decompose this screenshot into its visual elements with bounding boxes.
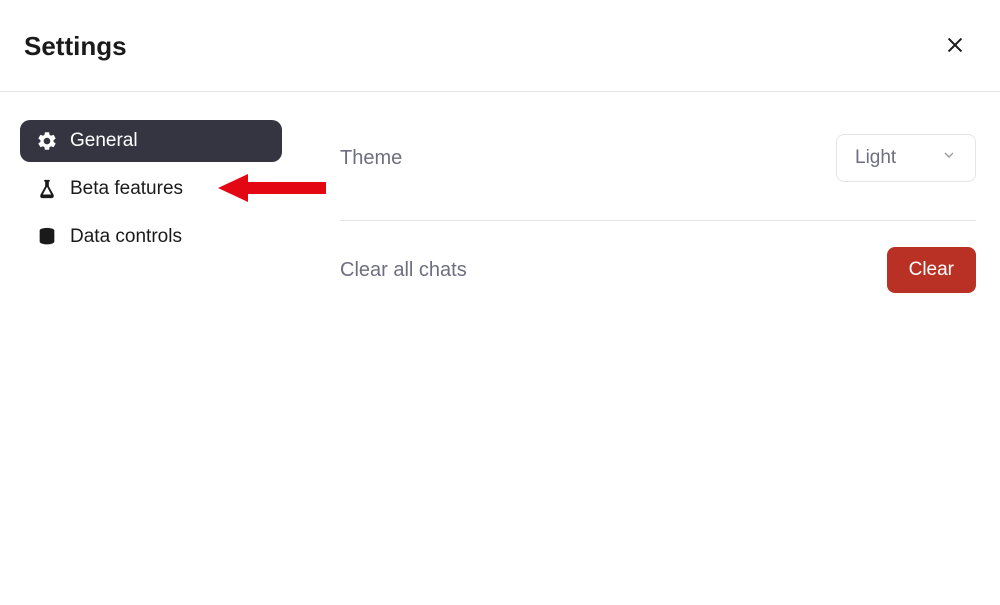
clear-button[interactable]: Clear	[887, 247, 976, 293]
settings-sidebar: General Beta features Data controls	[20, 120, 300, 307]
settings-main: Theme Light Clear all chats Clear	[300, 120, 976, 307]
sidebar-item-data-controls[interactable]: Data controls	[20, 216, 282, 258]
sidebar-item-label: General	[70, 130, 138, 152]
clear-chats-setting-row: Clear all chats Clear	[340, 220, 976, 307]
settings-header: Settings	[0, 0, 1000, 92]
gear-icon	[36, 130, 58, 152]
flask-icon	[36, 178, 58, 200]
sidebar-item-general[interactable]: General	[20, 120, 282, 162]
settings-content: General Beta features Data controls	[0, 92, 1000, 331]
database-icon	[36, 226, 58, 248]
page-title: Settings	[24, 31, 127, 62]
sidebar-item-beta-features[interactable]: Beta features	[20, 168, 282, 210]
theme-selected-value: Light	[855, 147, 896, 169]
theme-setting-row: Theme Light	[340, 120, 976, 196]
theme-label: Theme	[340, 147, 402, 170]
theme-select[interactable]: Light	[836, 134, 976, 182]
chevron-down-icon	[941, 147, 957, 169]
close-button[interactable]	[940, 30, 970, 63]
close-icon	[944, 34, 966, 59]
sidebar-item-label: Data controls	[70, 226, 182, 248]
sidebar-item-label: Beta features	[70, 178, 183, 200]
clear-chats-label: Clear all chats	[340, 259, 467, 282]
